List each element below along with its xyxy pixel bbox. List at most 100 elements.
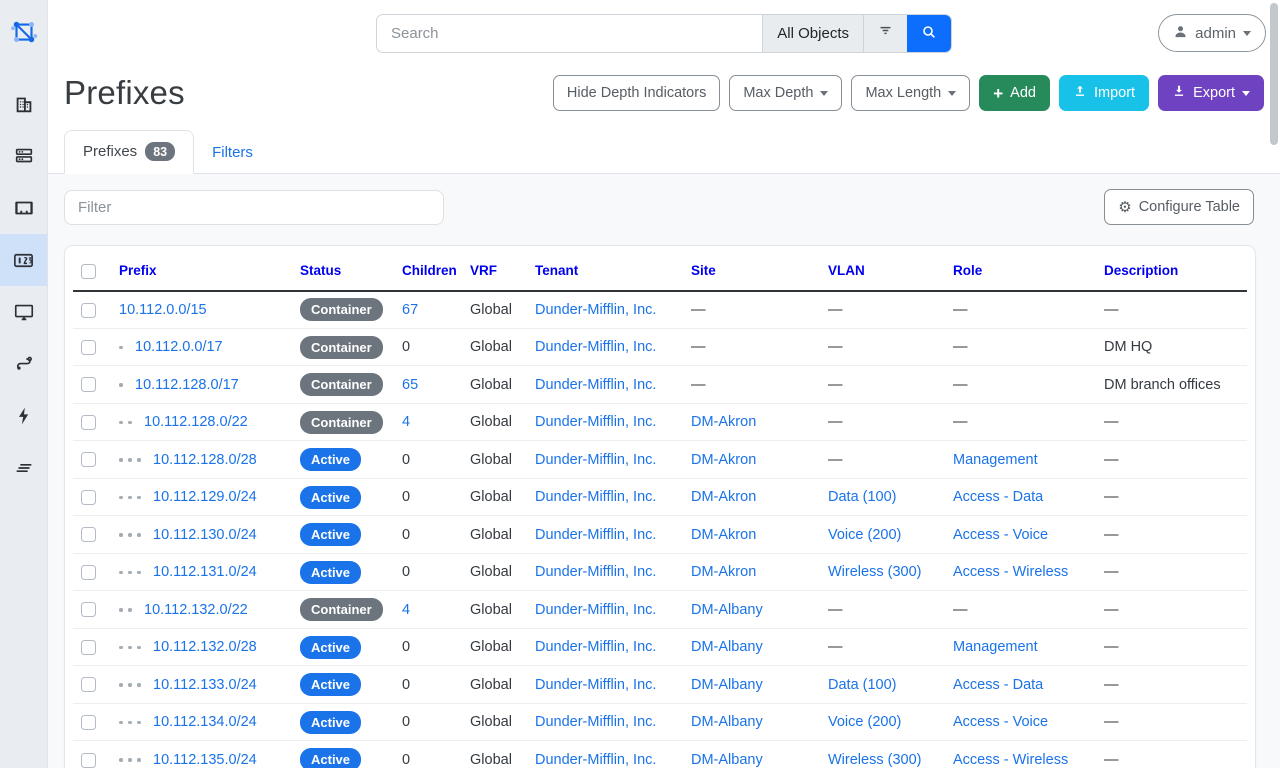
site-link[interactable]: DM-Akron — [691, 527, 756, 543]
children-count-link[interactable]: 4 — [402, 414, 410, 430]
vlan-link[interactable]: Wireless (300) — [828, 752, 921, 768]
configure-table-button[interactable]: ⚙ Configure Table — [1104, 189, 1254, 225]
row-checkbox[interactable] — [81, 565, 96, 580]
search-scope-select[interactable]: All Objects — [762, 15, 863, 52]
row-checkbox[interactable] — [81, 640, 96, 655]
netbox-logo-icon[interactable] — [0, 0, 47, 64]
site-link[interactable]: DM-Akron — [691, 414, 756, 430]
prefix-link[interactable]: 10.112.134.0/24 — [153, 714, 257, 730]
tenant-link[interactable]: Dunder-Mifflin, Inc. — [535, 639, 656, 655]
add-button[interactable]: + Add — [979, 75, 1050, 111]
row-checkbox[interactable] — [81, 490, 96, 505]
sidebar-item-ipam[interactable] — [0, 234, 47, 286]
prefix-link[interactable]: 10.112.130.0/24 — [153, 527, 257, 543]
search-submit-button[interactable] — [907, 15, 951, 52]
sidebar-item-other[interactable] — [0, 442, 47, 494]
prefix-link[interactable]: 10.112.131.0/24 — [153, 564, 257, 580]
prefix-link[interactable]: 10.112.133.0/24 — [153, 677, 257, 693]
export-dropdown[interactable]: Export — [1158, 75, 1264, 111]
role-link[interactable]: Access - Voice — [953, 527, 1048, 543]
prefix-link[interactable]: 10.112.128.0/17 — [135, 377, 239, 393]
tenant-link[interactable]: Dunder-Mifflin, Inc. — [535, 452, 656, 468]
column-header-status[interactable]: Status — [300, 263, 341, 278]
prefix-link[interactable]: 10.112.128.0/28 — [153, 452, 257, 468]
children-count-link[interactable]: 65 — [402, 377, 418, 393]
row-checkbox[interactable] — [81, 715, 96, 730]
tenant-link[interactable]: Dunder-Mifflin, Inc. — [535, 414, 656, 430]
row-checkbox[interactable] — [81, 527, 96, 542]
tenant-link[interactable]: Dunder-Mifflin, Inc. — [535, 339, 656, 355]
site-link[interactable]: DM-Albany — [691, 602, 763, 618]
tenant-link[interactable]: Dunder-Mifflin, Inc. — [535, 564, 656, 580]
sidebar-item-power[interactable] — [0, 390, 47, 442]
tenant-link[interactable]: Dunder-Mifflin, Inc. — [535, 714, 656, 730]
vlan-link[interactable]: Data (100) — [828, 677, 897, 693]
vertical-scrollbar-thumb[interactable] — [1270, 3, 1278, 145]
prefix-link[interactable]: 10.112.0.0/17 — [135, 339, 223, 355]
row-checkbox[interactable] — [81, 415, 96, 430]
site-link[interactable]: DM-Akron — [691, 489, 756, 505]
import-button[interactable]: Import — [1059, 75, 1149, 111]
tab-filters[interactable]: Filters — [194, 133, 271, 173]
children-count-link[interactable]: 67 — [402, 302, 418, 318]
max-length-dropdown[interactable]: Max Length — [851, 75, 970, 111]
tenant-link[interactable]: Dunder-Mifflin, Inc. — [535, 489, 656, 505]
column-header-site[interactable]: Site — [691, 263, 716, 278]
row-checkbox[interactable] — [81, 340, 96, 355]
tenant-link[interactable]: Dunder-Mifflin, Inc. — [535, 752, 656, 768]
prefix-link[interactable]: 10.112.128.0/22 — [144, 414, 248, 430]
role-link[interactable]: Access - Voice — [953, 714, 1048, 730]
column-header-children[interactable]: Children — [402, 263, 457, 278]
select-all-checkbox[interactable] — [81, 264, 96, 279]
children-count-link[interactable]: 4 — [402, 602, 410, 618]
site-link[interactable]: DM-Albany — [691, 714, 763, 730]
prefix-link[interactable]: 10.112.0.0/15 — [119, 302, 207, 318]
site-link[interactable]: DM-Albany — [691, 752, 763, 768]
role-link[interactable]: Access - Wireless — [953, 564, 1068, 580]
role-link[interactable]: Management — [953, 639, 1038, 655]
tenant-link[interactable]: Dunder-Mifflin, Inc. — [535, 527, 656, 543]
row-checkbox[interactable] — [81, 377, 96, 392]
search-input[interactable] — [377, 15, 762, 52]
column-header-tenant[interactable]: Tenant — [535, 263, 578, 278]
search-filter-button[interactable] — [863, 15, 907, 52]
row-checkbox[interactable] — [81, 602, 96, 617]
tenant-link[interactable]: Dunder-Mifflin, Inc. — [535, 377, 656, 393]
column-header-vrf[interactable]: VRF — [470, 263, 497, 278]
prefix-link[interactable]: 10.112.132.0/28 — [153, 639, 257, 655]
role-link[interactable]: Access - Wireless — [953, 752, 1068, 768]
prefix-link[interactable]: 10.112.129.0/24 — [153, 489, 257, 505]
vlan-link[interactable]: Voice (200) — [828, 527, 901, 543]
column-header-prefix[interactable]: Prefix — [119, 263, 157, 278]
row-checkbox[interactable] — [81, 452, 96, 467]
tenant-link[interactable]: Dunder-Mifflin, Inc. — [535, 302, 656, 318]
sidebar-item-virtualization[interactable] — [0, 286, 47, 338]
role-link[interactable]: Management — [953, 452, 1038, 468]
column-header-role[interactable]: Role — [953, 263, 982, 278]
role-link[interactable]: Access - Data — [953, 677, 1043, 693]
tenant-link[interactable]: Dunder-Mifflin, Inc. — [535, 602, 656, 618]
site-link[interactable]: DM-Albany — [691, 677, 763, 693]
vlan-link[interactable]: Data (100) — [828, 489, 897, 505]
site-link[interactable]: DM-Akron — [691, 564, 756, 580]
tab-prefixes[interactable]: Prefixes 83 — [64, 130, 194, 174]
row-checkbox[interactable] — [81, 677, 96, 692]
user-menu-button[interactable]: admin — [1158, 14, 1266, 52]
tenant-link[interactable]: Dunder-Mifflin, Inc. — [535, 677, 656, 693]
hide-depth-indicators-button[interactable]: Hide Depth Indicators — [553, 75, 720, 111]
column-header-vlan[interactable]: VLAN — [828, 263, 865, 278]
max-depth-dropdown[interactable]: Max Depth — [729, 75, 842, 111]
sidebar-item-circuits[interactable] — [0, 338, 47, 390]
role-link[interactable]: Access - Data — [953, 489, 1043, 505]
site-link[interactable]: DM-Akron — [691, 452, 756, 468]
site-link[interactable]: DM-Albany — [691, 639, 763, 655]
sidebar-item-connections[interactable] — [0, 182, 47, 234]
vlan-link[interactable]: Voice (200) — [828, 714, 901, 730]
quick-filter-input[interactable] — [64, 190, 444, 225]
sidebar-item-organization[interactable] — [0, 78, 47, 130]
sidebar-item-devices[interactable] — [0, 130, 47, 182]
prefix-link[interactable]: 10.112.132.0/22 — [144, 602, 248, 618]
column-header-description[interactable]: Description — [1104, 263, 1178, 278]
vlan-link[interactable]: Wireless (300) — [828, 564, 921, 580]
prefix-link[interactable]: 10.112.135.0/24 — [153, 752, 257, 768]
